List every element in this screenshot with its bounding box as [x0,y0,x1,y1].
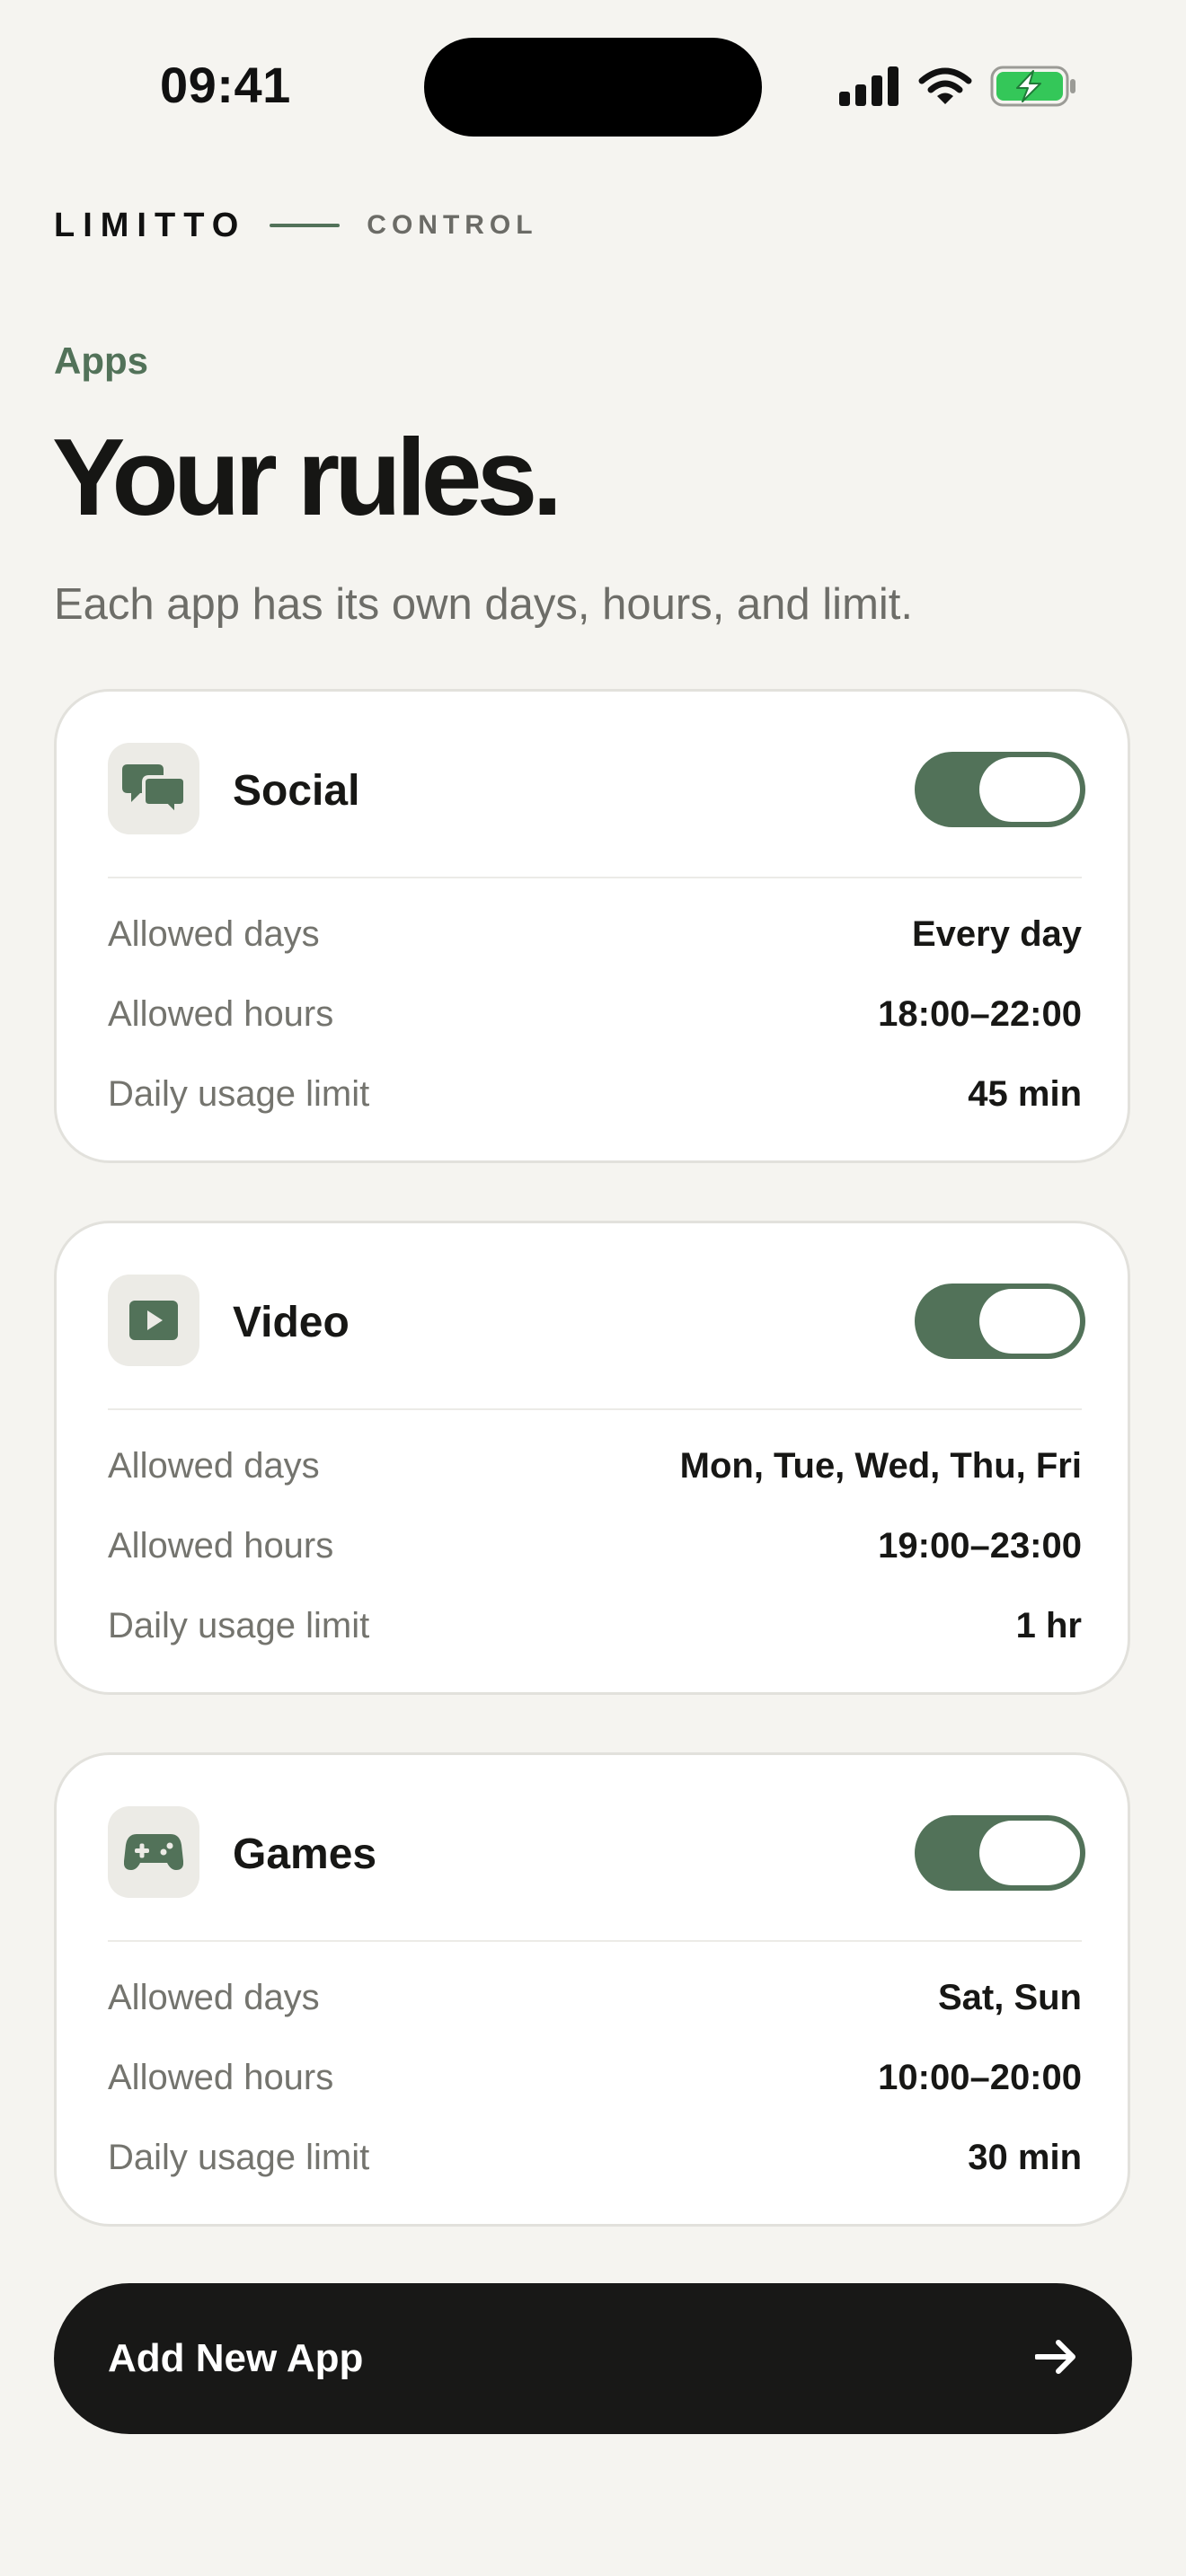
daily-limit-row: Daily usage limit 30 min [108,2130,1082,2184]
app-enabled-toggle[interactable] [915,752,1085,827]
app-card-header: Video [57,1223,1128,1408]
daily-limit-label: Daily usage limit [108,2137,370,2177]
wifi-icon [918,66,972,110]
app-card-header: Games [57,1755,1128,1940]
card-divider [108,1408,1082,1410]
page-title: Your rules. [52,416,562,538]
allowed-days-value: Sat, Sun [937,1977,1082,2017]
daily-limit-label: Daily usage limit [108,1605,370,1645]
cellular-signal-icon [839,66,900,110]
card-divider [108,877,1082,878]
dynamic-island [424,38,762,137]
arrow-right-icon [1034,2339,1078,2379]
allowed-hours-value: 19:00–23:00 [878,1525,1082,1566]
status-icons [839,63,1076,113]
status-bar: 09:41 [0,0,1186,171]
daily-limit-label: Daily usage limit [108,1073,370,1114]
brand-name: LIMITTO [54,206,247,244]
allowed-hours-row: Allowed hours 19:00–23:00 [108,1519,1082,1573]
card-divider [108,1940,1082,1942]
section-eyebrow: Apps [54,340,148,382]
add-new-app-button[interactable]: Add New App [54,2283,1132,2434]
brand-header: LIMITTO CONTROL [54,205,538,246]
allowed-hours-label: Allowed hours [108,1525,334,1566]
battery-charging-icon [990,66,1076,111]
chat-bubbles-icon [108,743,199,834]
daily-limit-value: 30 min [968,2137,1082,2177]
gamepad-icon [108,1806,199,1898]
allowed-days-label: Allowed days [108,913,320,954]
allowed-days-value: Mon, Tue, Wed, Thu, Fri [679,1445,1082,1486]
app-card-video[interactable]: Video Allowed days Mon, Tue, Wed, Thu, F… [54,1221,1130,1695]
allowed-days-label: Allowed days [108,1445,320,1486]
allowed-days-row: Allowed days Mon, Tue, Wed, Thu, Fri [108,1439,1082,1493]
allowed-hours-label: Allowed hours [108,2057,334,2097]
daily-limit-value: 45 min [968,1073,1082,1114]
allowed-days-row: Allowed days Sat, Sun [108,1971,1082,2025]
play-icon [108,1275,199,1366]
page-subtitle: Each app has its own days, hours, and li… [54,580,914,629]
allowed-hours-label: Allowed hours [108,993,334,1034]
brand-subtitle: CONTROL [367,210,538,240]
app-card-header: Social [57,692,1128,877]
allowed-hours-value: 10:00–20:00 [878,2057,1082,2097]
app-name: Video [233,1299,350,1346]
toggle-knob [979,1289,1080,1354]
app-card-social[interactable]: Social Allowed days Every day Allowed ho… [54,689,1130,1163]
allowed-hours-value: 18:00–22:00 [878,993,1082,1034]
daily-limit-row: Daily usage limit 1 hr [108,1599,1082,1653]
daily-limit-row: Daily usage limit 45 min [108,1067,1082,1121]
brand-divider [270,224,341,227]
app-enabled-toggle[interactable] [915,1284,1085,1359]
app-enabled-toggle[interactable] [915,1815,1085,1891]
allowed-hours-row: Allowed hours 10:00–20:00 [108,2051,1082,2104]
app-name: Games [233,1831,377,1878]
app-card-games[interactable]: Games Allowed days Sat, Sun Allowed hour… [54,1752,1130,2227]
status-time: 09:41 [160,57,291,113]
allowed-days-row: Allowed days Every day [108,907,1082,961]
add-new-app-label: Add New App [108,2336,364,2380]
toggle-knob [979,1821,1080,1885]
daily-limit-value: 1 hr [1015,1605,1082,1645]
allowed-days-label: Allowed days [108,1977,320,2017]
app-name: Social [233,767,360,815]
toggle-knob [979,757,1080,822]
allowed-days-value: Every day [911,913,1082,954]
allowed-hours-row: Allowed hours 18:00–22:00 [108,987,1082,1041]
